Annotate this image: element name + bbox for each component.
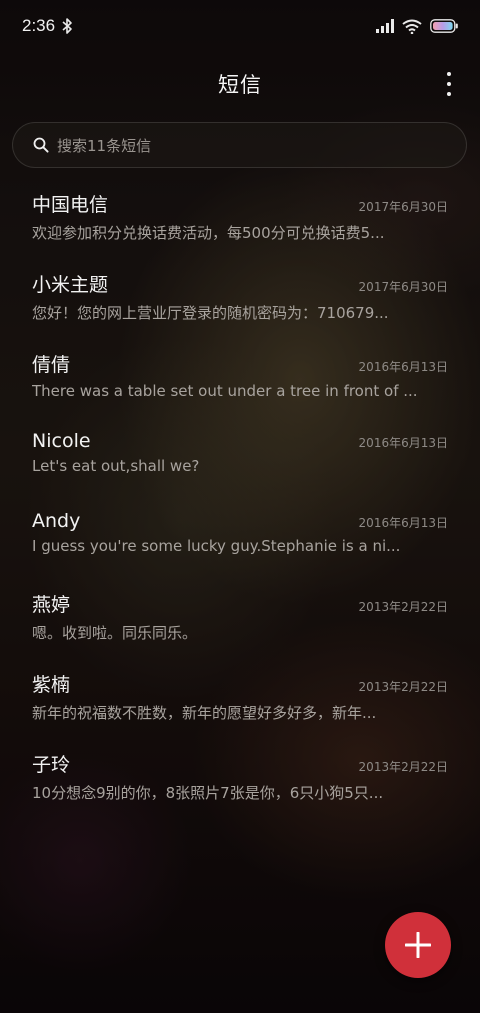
conversation-item[interactable]: 燕婷 2013年2月22日 嗯。收到啦。同乐同乐。 [0,568,480,648]
conversation-preview: 您好！您的网上营业厅登录的随机密码为：710679... [32,304,389,322]
conversation-item[interactable]: Andy 2016年6月13日 I guess you're some luck… [0,488,480,568]
conversation-date: 2016年6月13日 [358,360,448,374]
conversation-sender: Nicole [32,430,91,452]
bluetooth-icon [62,18,72,34]
conversation-preview: 新年的祝福数不胜数，新年的愿望好多好多，新年... [32,704,377,722]
conversation-item[interactable]: 紫楠 2013年2月22日 新年的祝福数不胜数，新年的愿望好多好多，新年... [0,648,480,728]
conversation-item[interactable]: 小米主题 2017年6月30日 您好！您的网上营业厅登录的随机密码为：71067… [0,248,480,328]
status-time: 2:36 [22,16,56,35]
conversation-preview: Let's eat out,shall we? [32,457,200,475]
conversation-preview: 欢迎参加积分兑换话费活动，每500分可兑换话费5... [32,224,385,242]
more-dot [447,92,451,96]
conversation-date: 2013年2月22日 [358,680,448,694]
conversation-date: 2016年6月13日 [358,516,448,530]
conversation-preview: I guess you're some lucky guy.Stephanie … [32,537,401,555]
message-list: 中国电信 2017年6月30日 欢迎参加积分兑换话费活动，每500分可兑换话费5… [0,168,480,808]
signal-icon [376,19,394,33]
conversation-sender: 燕婷 [32,594,71,616]
conversation-sender: 倩倩 [32,354,71,376]
app-header: 短信 [0,52,480,116]
conversation-sender: 小米主题 [32,274,109,296]
search-placeholder: 搜索11条短信 [57,136,152,155]
new-message-button[interactable] [385,912,451,978]
page-title: 短信 [218,73,262,97]
conversation-preview: There was a table set out under a tree i… [32,382,418,400]
conversation-preview: 10分想念9别的你，8张照片7张是你，6只小狗5只... [32,784,384,802]
conversation-sender: 子玲 [32,754,71,776]
conversation-date: 2013年2月22日 [358,600,448,614]
search-input[interactable]: 搜索11条短信 [12,122,467,168]
conversation-item[interactable]: 子玲 2013年2月22日 10分想念9别的你，8张照片7张是你，6只小狗5只.… [0,728,480,808]
conversation-date: 2017年6月30日 [358,200,448,214]
wifi-icon [402,19,422,34]
conversation-preview: 嗯。收到啦。同乐同乐。 [32,624,198,642]
conversation-sender: 紫楠 [32,674,71,696]
conversation-sender: Andy [32,510,81,532]
conversation-date: 2013年2月22日 [358,760,448,774]
conversation-item[interactable]: 中国电信 2017年6月30日 欢迎参加积分兑换话费活动，每500分可兑换话费5… [0,168,480,248]
more-vertical-icon [447,72,451,76]
conversation-item[interactable]: Nicole 2016年6月13日 Let's eat out,shall we… [0,408,480,488]
search-icon [33,137,49,153]
battery-icon [430,19,458,33]
more-dot [447,82,451,86]
conversation-item[interactable]: 倩倩 2016年6月13日 There was a table set out … [0,328,480,408]
conversation-date: 2016年6月13日 [358,436,448,450]
status-bar: 2:36 [0,0,480,52]
conversation-date: 2017年6月30日 [358,280,448,294]
plus-icon [405,932,431,958]
more-options-button[interactable] [444,72,454,96]
conversation-sender: 中国电信 [32,194,109,216]
